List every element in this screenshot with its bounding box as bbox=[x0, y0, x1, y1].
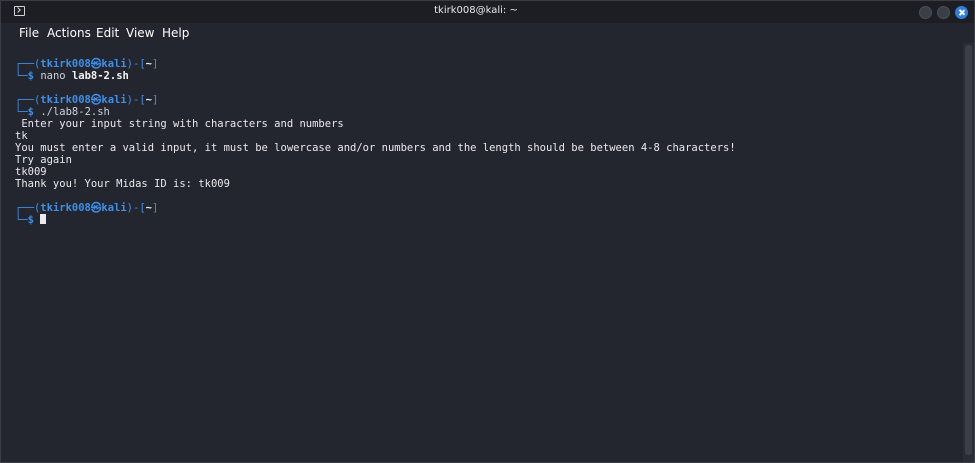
prompt-dollar: $ bbox=[27, 106, 34, 118]
prompt-line-command: └─$ ./lab8-2.sh bbox=[15, 106, 110, 118]
command-arg: lab8-2.sh bbox=[71, 70, 129, 82]
at-icon: ㉿ bbox=[90, 94, 102, 106]
prompt-host: kali bbox=[101, 58, 127, 70]
vertical-scrollbar[interactable] bbox=[963, 43, 974, 462]
command-name: nano bbox=[40, 70, 66, 82]
at-icon: ㉿ bbox=[90, 202, 102, 214]
output-line: tk bbox=[15, 130, 28, 142]
prompt-user: tkirk008 bbox=[40, 94, 91, 106]
title-bar[interactable]: tkirk008@kali: ~ bbox=[1, 1, 974, 23]
menu-view[interactable]: View bbox=[126, 26, 154, 40]
prompt-bracket: └─ bbox=[15, 214, 28, 226]
prompt-line-command: └─$ nano lab8-2.sh bbox=[15, 70, 129, 82]
output-line: Enter your input string with characters … bbox=[15, 118, 344, 130]
menu-bar: File Actions Edit View Help bbox=[1, 23, 974, 43]
close-button[interactable] bbox=[955, 6, 968, 19]
at-icon: ㉿ bbox=[90, 58, 102, 70]
prompt-line-input[interactable]: └─$ bbox=[15, 214, 47, 226]
output-line: Thank you! Your Midas ID is: tk009 bbox=[15, 178, 230, 190]
prompt-bracket: )-[ bbox=[126, 58, 146, 70]
menu-file[interactable]: File bbox=[19, 26, 39, 40]
prompt-line-top: ┌──(tkirk008㉿kali)-[~] bbox=[15, 94, 158, 106]
prompt-bracket: ] bbox=[151, 58, 159, 70]
prompt-host: kali bbox=[101, 202, 127, 214]
prompt-bracket: ] bbox=[151, 94, 159, 106]
terminal-window: tkirk008@kali: ~ File Actions Edit View … bbox=[0, 0, 975, 463]
minimize-button[interactable] bbox=[919, 6, 932, 19]
window-title: tkirk008@kali: ~ bbox=[434, 5, 518, 16]
scrollbar-thumb[interactable] bbox=[965, 45, 972, 455]
prompt-host: kali bbox=[101, 94, 127, 106]
output-line: Try again bbox=[15, 154, 72, 166]
command-name: ./lab8-2.sh bbox=[40, 106, 110, 118]
prompt-bracket: └─ bbox=[15, 70, 28, 82]
maximize-button[interactable] bbox=[937, 6, 950, 19]
prompt-bracket: └─ bbox=[15, 106, 28, 118]
output-line: You must enter a valid input, it must be… bbox=[15, 142, 736, 154]
prompt-dollar: $ bbox=[27, 70, 34, 82]
text-cursor bbox=[40, 214, 47, 224]
prompt-bracket: ┌──( bbox=[15, 202, 41, 214]
prompt-bracket: ] bbox=[151, 202, 159, 214]
terminal-output[interactable]: ┌──(tkirk008㉿kali)-[~] └─$ nano lab8-2.s… bbox=[1, 43, 963, 462]
prompt-bracket: ┌──( bbox=[15, 58, 41, 70]
prompt-line-top: ┌──(tkirk008㉿kali)-[~] bbox=[15, 58, 158, 70]
prompt-dollar: $ bbox=[27, 214, 34, 226]
menu-edit[interactable]: Edit bbox=[96, 26, 119, 40]
prompt-user: tkirk008 bbox=[40, 202, 91, 214]
prompt-bracket: ┌──( bbox=[15, 94, 41, 106]
menu-actions[interactable]: Actions bbox=[47, 26, 91, 40]
output-line: tk009 bbox=[15, 166, 47, 178]
prompt-line-top: ┌──(tkirk008㉿kali)-[~] bbox=[15, 202, 158, 214]
prompt-user: tkirk008 bbox=[40, 58, 91, 70]
prompt-bracket: )-[ bbox=[126, 94, 146, 106]
menu-help[interactable]: Help bbox=[162, 26, 189, 40]
prompt-bracket: )-[ bbox=[126, 202, 146, 214]
